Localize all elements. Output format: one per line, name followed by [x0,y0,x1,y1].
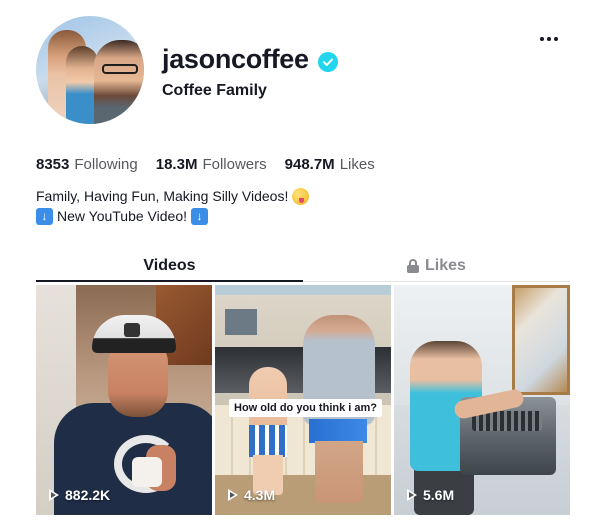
more-dot [547,37,551,41]
profile-nickname: Coffee Family [162,82,267,99]
checkmark-icon [323,58,333,66]
video-thumbnail[interactable]: 5.6M [394,285,570,515]
tab-likes[interactable]: Likes [303,250,570,282]
following-label[interactable]: Following [74,156,137,173]
video-view-count-text: 882.2K [65,487,111,503]
bio-line-2: ↓ New YouTube Video! ↓ [36,206,309,226]
avatar-person-3 [94,40,144,124]
bio-text-1: Family, Having Fun, Making Silly Videos! [36,188,289,204]
video-thumbnail[interactable]: How old do you think i am? 4.3M [215,285,391,515]
profile-avatar[interactable] [36,16,144,124]
thumb-scene-man-shorts [309,419,367,443]
followers-label[interactable]: Followers [202,156,266,173]
likes-count: 948.7M [284,156,335,173]
down-arrow-emoji-icon: ↓ [191,207,208,225]
active-tab-indicator [36,280,303,282]
bio-text-2: New YouTube Video! [57,208,187,224]
video-view-count-text: 4.3M [244,487,276,503]
bio-line-1: Family, Having Fun, Making Silly Videos! [36,186,310,206]
play-icon [227,489,239,501]
profile-tabs: Videos Likes [36,250,570,282]
thumb-scene-mug [132,457,162,487]
profile-username: jasoncoffee [162,44,309,74]
lock-icon [407,259,420,273]
video-view-count: 5.6M [406,487,454,503]
thumb-scene-man-legs [315,441,363,503]
thumb-scene-cap-badge [124,323,140,337]
thumb-scene-frame [512,285,570,395]
video-caption: How old do you think i am? [229,399,382,417]
tab-likes-label: Likes [425,257,466,274]
tab-videos-label: Videos [143,257,196,274]
profile-stats: 8353 Following 18.3M Followers 948.7M Li… [36,156,393,173]
thumb-scene-kid-shorts [249,425,287,457]
verified-badge-icon [318,52,338,72]
video-view-count-text: 5.6M [423,487,455,503]
followers-count[interactable]: 18.3M [156,156,198,173]
video-grid: 882.2K How old do you think i am? 4.3M 5… [36,285,570,515]
profile-bio: Family, Having Fun, Making Silly Videos!… [36,186,310,226]
following-count[interactable]: 8353 [36,156,69,173]
video-view-count: 4.3M [227,487,275,503]
zany-face-emoji-icon [292,187,310,205]
tab-videos[interactable]: Videos [36,250,303,282]
likes-label: Likes [339,156,375,173]
play-icon [48,489,60,501]
video-thumbnail[interactable]: 882.2K [36,285,212,515]
avatar-glasses [102,64,138,74]
down-arrow-emoji-icon: ↓ [36,207,53,225]
video-view-count: 882.2K [48,487,110,503]
more-options-icon[interactable] [536,34,562,44]
thumb-scene-window [225,309,257,335]
more-dot [540,37,544,41]
play-icon [406,489,418,501]
more-dot [554,37,558,41]
